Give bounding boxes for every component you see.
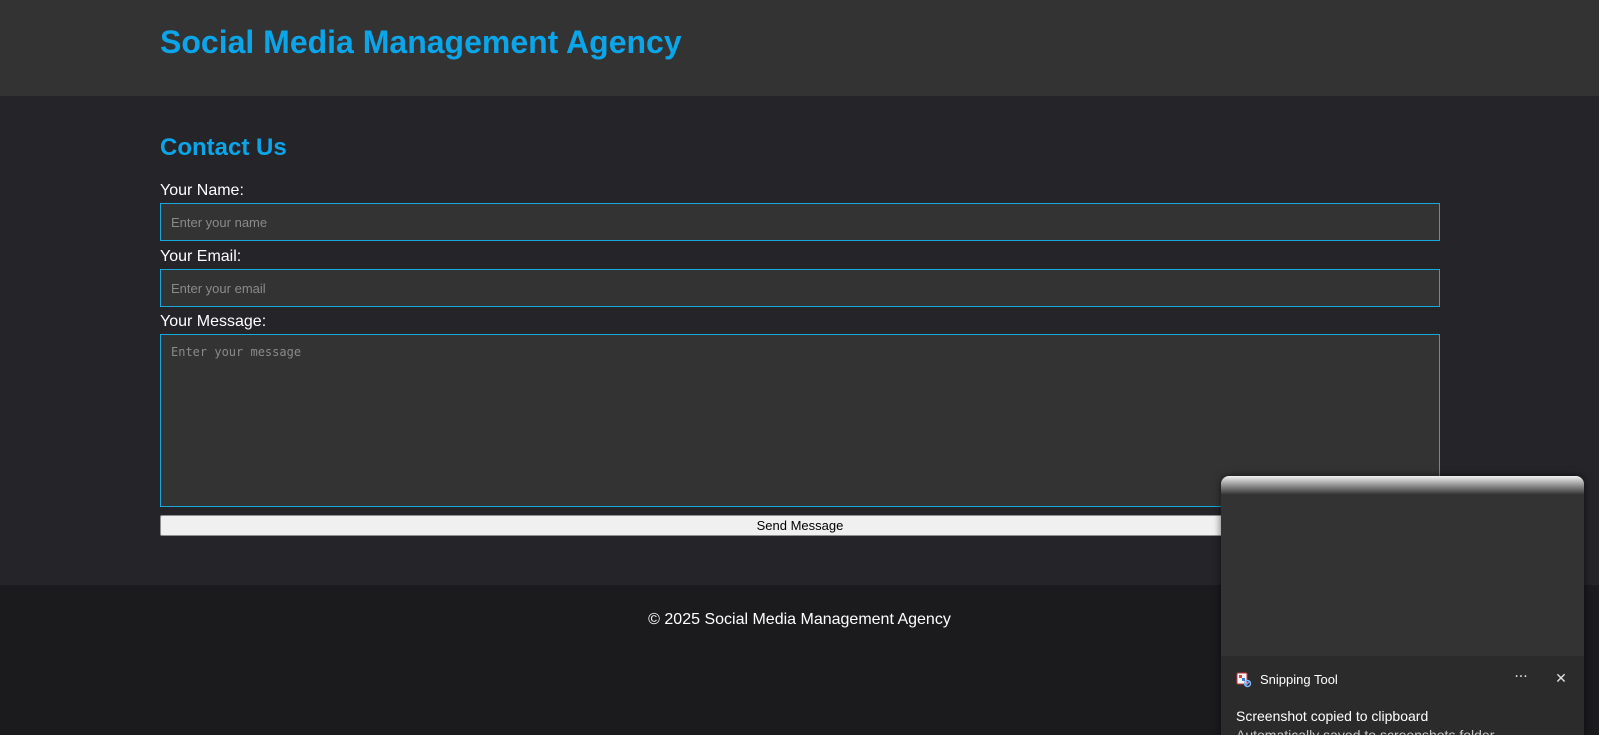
toast-message: Screenshot copied to clipboard	[1236, 708, 1429, 724]
site-header: Social Media Management Agency	[0, 0, 1599, 96]
site-title: Social Media Management Agency	[160, 24, 682, 60]
toast-submessage: Automatically saved to screenshots folde…	[1236, 727, 1495, 735]
name-label: Your Name:	[160, 182, 244, 199]
screenshot-thumbnail-edge	[1221, 476, 1584, 494]
email-input[interactable]	[160, 269, 1440, 307]
close-icon[interactable]: ✕	[1547, 666, 1575, 692]
name-input[interactable]	[160, 203, 1440, 241]
email-label: Your Email:	[160, 248, 242, 265]
snipping-tool-notification[interactable]: Snipping Tool ··· ✕ Screenshot copied to…	[1221, 476, 1584, 735]
page: Social Media Management Agency Contact U…	[0, 0, 1599, 735]
screenshot-thumbnail[interactable]	[1221, 494, 1584, 656]
ellipsis-icon[interactable]: ···	[1507, 666, 1535, 692]
toast-app-name: Snipping Tool	[1260, 672, 1338, 687]
contact-title: Contact Us	[160, 134, 287, 161]
snipping-tool-icon	[1236, 672, 1252, 688]
message-label: Your Message:	[160, 313, 267, 330]
